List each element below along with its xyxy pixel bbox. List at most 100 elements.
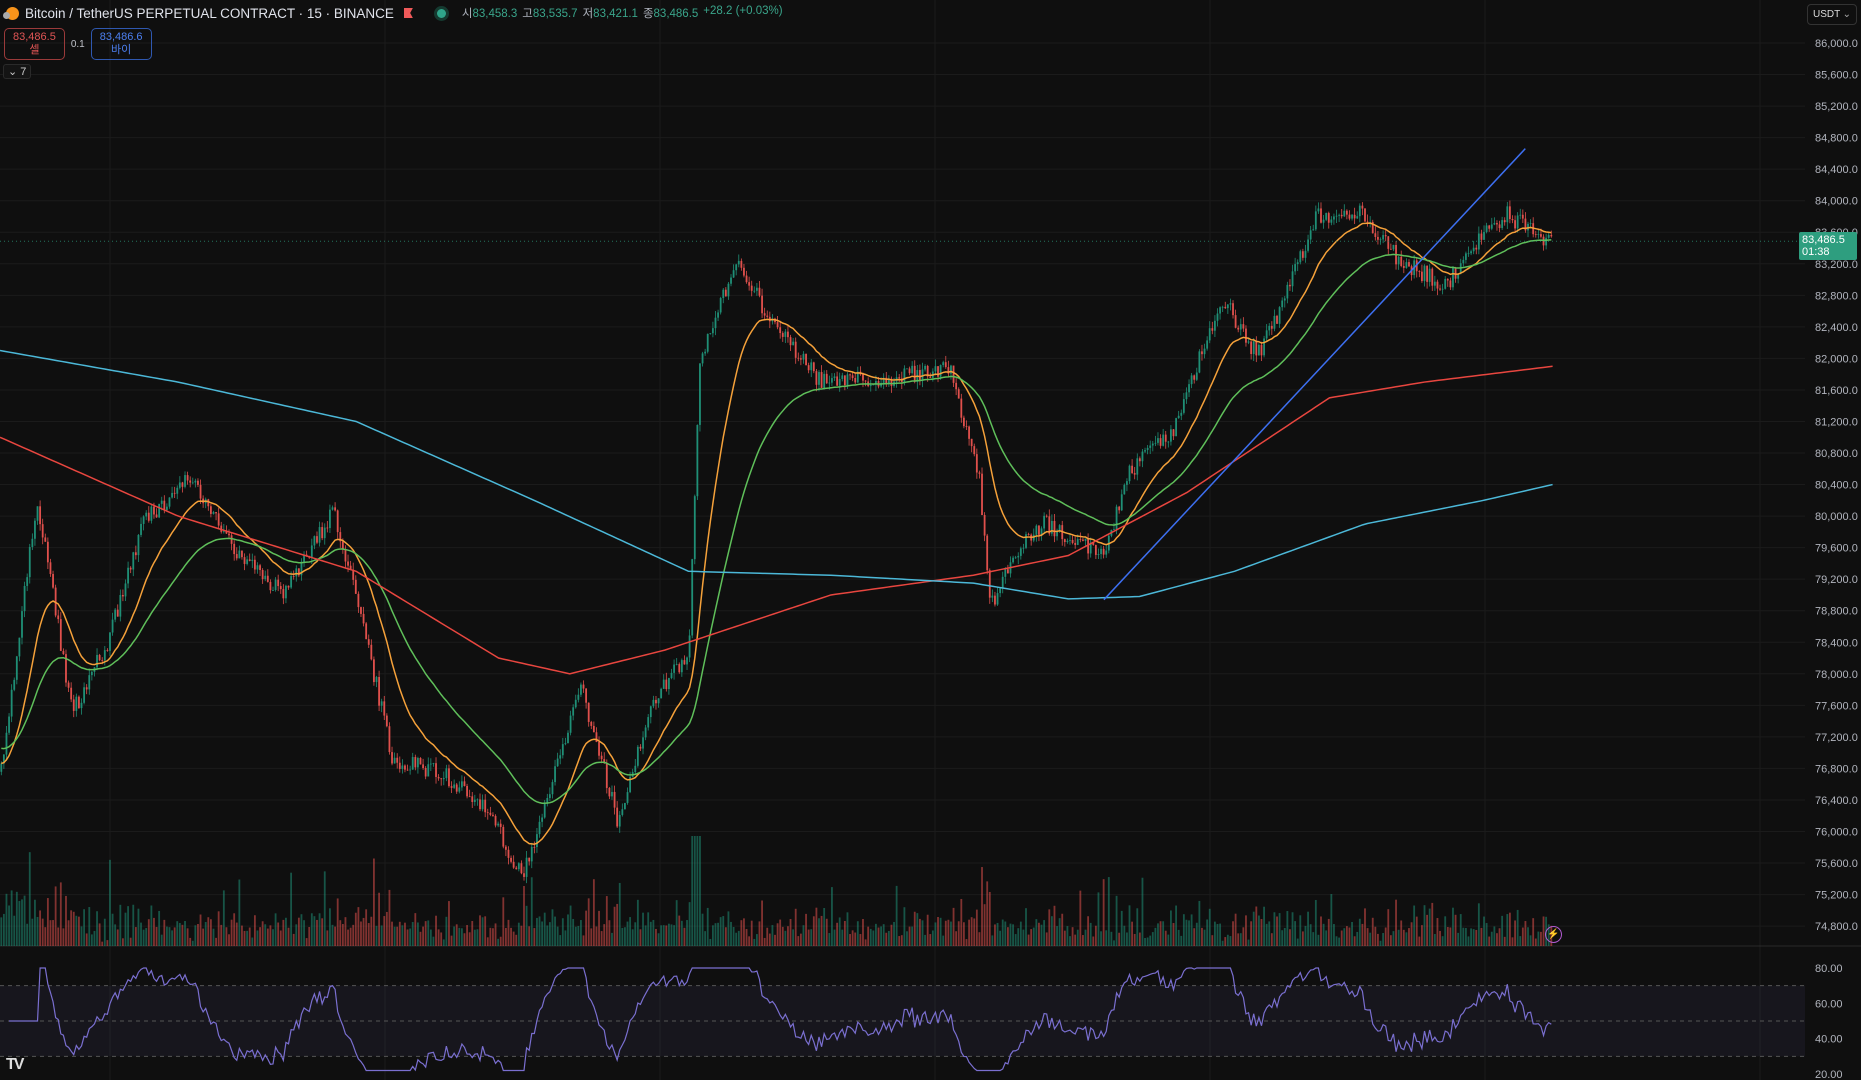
volume-bar	[869, 928, 872, 946]
volume-bar	[792, 929, 795, 946]
volume-bar	[246, 930, 249, 946]
candle	[137, 534, 140, 556]
volume-bar	[1330, 893, 1333, 946]
candle	[639, 746, 642, 749]
candle	[1226, 304, 1229, 309]
candle	[1545, 237, 1548, 246]
candle	[611, 791, 613, 797]
volume-bar	[1382, 933, 1385, 946]
volume-bar	[978, 932, 981, 946]
volume-bar	[825, 918, 828, 946]
candle	[572, 707, 575, 716]
volume-bar	[497, 938, 500, 946]
candle	[642, 737, 644, 749]
volume-bar	[1071, 927, 1074, 946]
candle	[96, 654, 98, 668]
volume-bar	[1459, 914, 1462, 946]
candle	[401, 765, 404, 769]
volume-bar	[934, 922, 937, 946]
volume-bar	[1421, 925, 1423, 946]
volume-bar	[341, 923, 344, 946]
candle	[1214, 320, 1216, 331]
market-status-icon[interactable]	[436, 8, 446, 18]
volume-bar	[1529, 935, 1532, 946]
volume-bar	[1281, 930, 1284, 946]
volume-bar	[768, 933, 771, 946]
candle	[310, 545, 313, 558]
candle	[176, 487, 179, 494]
flag-icon[interactable]	[403, 8, 413, 18]
candle	[1255, 341, 1258, 356]
volume-bar	[1255, 906, 1258, 946]
candle	[168, 497, 171, 507]
volume-bar	[28, 852, 31, 946]
symbol-title[interactable]: Bitcoin / TetherUS PERPETUAL CONTRACT · …	[25, 6, 394, 21]
candle	[986, 535, 989, 571]
candle	[1022, 547, 1025, 549]
volume-bar	[722, 916, 725, 946]
candle	[1208, 328, 1211, 341]
candles	[0, 200, 1553, 884]
lightning-icon[interactable]: ⚡	[1545, 926, 1562, 943]
volume-bar	[629, 917, 632, 946]
volume-bar	[590, 928, 593, 946]
volume-bar	[810, 929, 813, 946]
candle	[512, 861, 515, 868]
sell-button[interactable]: 83,486.5 셀	[4, 28, 65, 60]
candle	[1004, 569, 1007, 577]
volume-bar	[334, 926, 337, 946]
volume-bar	[1384, 927, 1387, 946]
candle	[1501, 220, 1504, 229]
volume-bar	[489, 927, 492, 946]
volume-bar	[10, 890, 13, 946]
candle	[1304, 250, 1307, 258]
volume-bar	[776, 923, 779, 946]
volume-bar	[129, 937, 132, 946]
candle	[59, 619, 62, 651]
volume-bar	[908, 926, 911, 946]
candle	[450, 786, 453, 788]
rsi-tick-label: 60.00	[1815, 998, 1843, 1010]
volume-bar	[1506, 914, 1509, 946]
candle	[973, 446, 976, 455]
price-chart[interactable]: 86,000.0 85,600.0 85,200.0 84,800.0 84,400.0…	[0, 0, 1861, 1080]
open-value: 83,458.3	[472, 8, 518, 20]
volume-bar	[1286, 911, 1289, 946]
volume-bar	[233, 913, 236, 946]
volume-bar	[466, 925, 468, 946]
candle	[743, 267, 745, 276]
candle	[279, 586, 282, 590]
candle	[171, 492, 173, 498]
volume-bar	[1325, 930, 1328, 946]
volume-bar	[802, 925, 805, 946]
buy-button[interactable]: 83,486.6 바이	[90, 28, 152, 60]
volume-bar	[21, 899, 23, 946]
candle	[996, 593, 999, 605]
volume-bar	[1477, 903, 1480, 946]
bitcoin-logo-icon	[3, 6, 19, 20]
volume-bar	[771, 925, 774, 946]
volume-bar	[1144, 937, 1146, 946]
tradingview-logo[interactable]: TV	[6, 1056, 25, 1074]
candle	[1483, 231, 1485, 240]
volume-bar	[962, 922, 965, 946]
volume-bar	[1338, 937, 1341, 946]
volume-bar	[1395, 899, 1397, 946]
volume-bar	[168, 927, 171, 946]
candle	[1286, 284, 1289, 299]
volume-bar	[1151, 932, 1154, 946]
volume-bar	[124, 912, 127, 946]
indicators-toggle-button[interactable]: ⌄ 7	[3, 64, 32, 79]
volume-bar	[947, 919, 950, 946]
candle	[158, 503, 161, 518]
volume-bar	[766, 927, 769, 946]
volume-bar	[305, 938, 308, 946]
candle	[1351, 214, 1353, 219]
candle	[484, 799, 487, 813]
candle	[678, 664, 681, 673]
candle	[49, 562, 52, 574]
volume-bar	[432, 936, 435, 946]
volume-bar	[556, 926, 559, 946]
volume-bar	[344, 917, 347, 946]
currency-select[interactable]: USDT ⌄	[1807, 4, 1857, 25]
